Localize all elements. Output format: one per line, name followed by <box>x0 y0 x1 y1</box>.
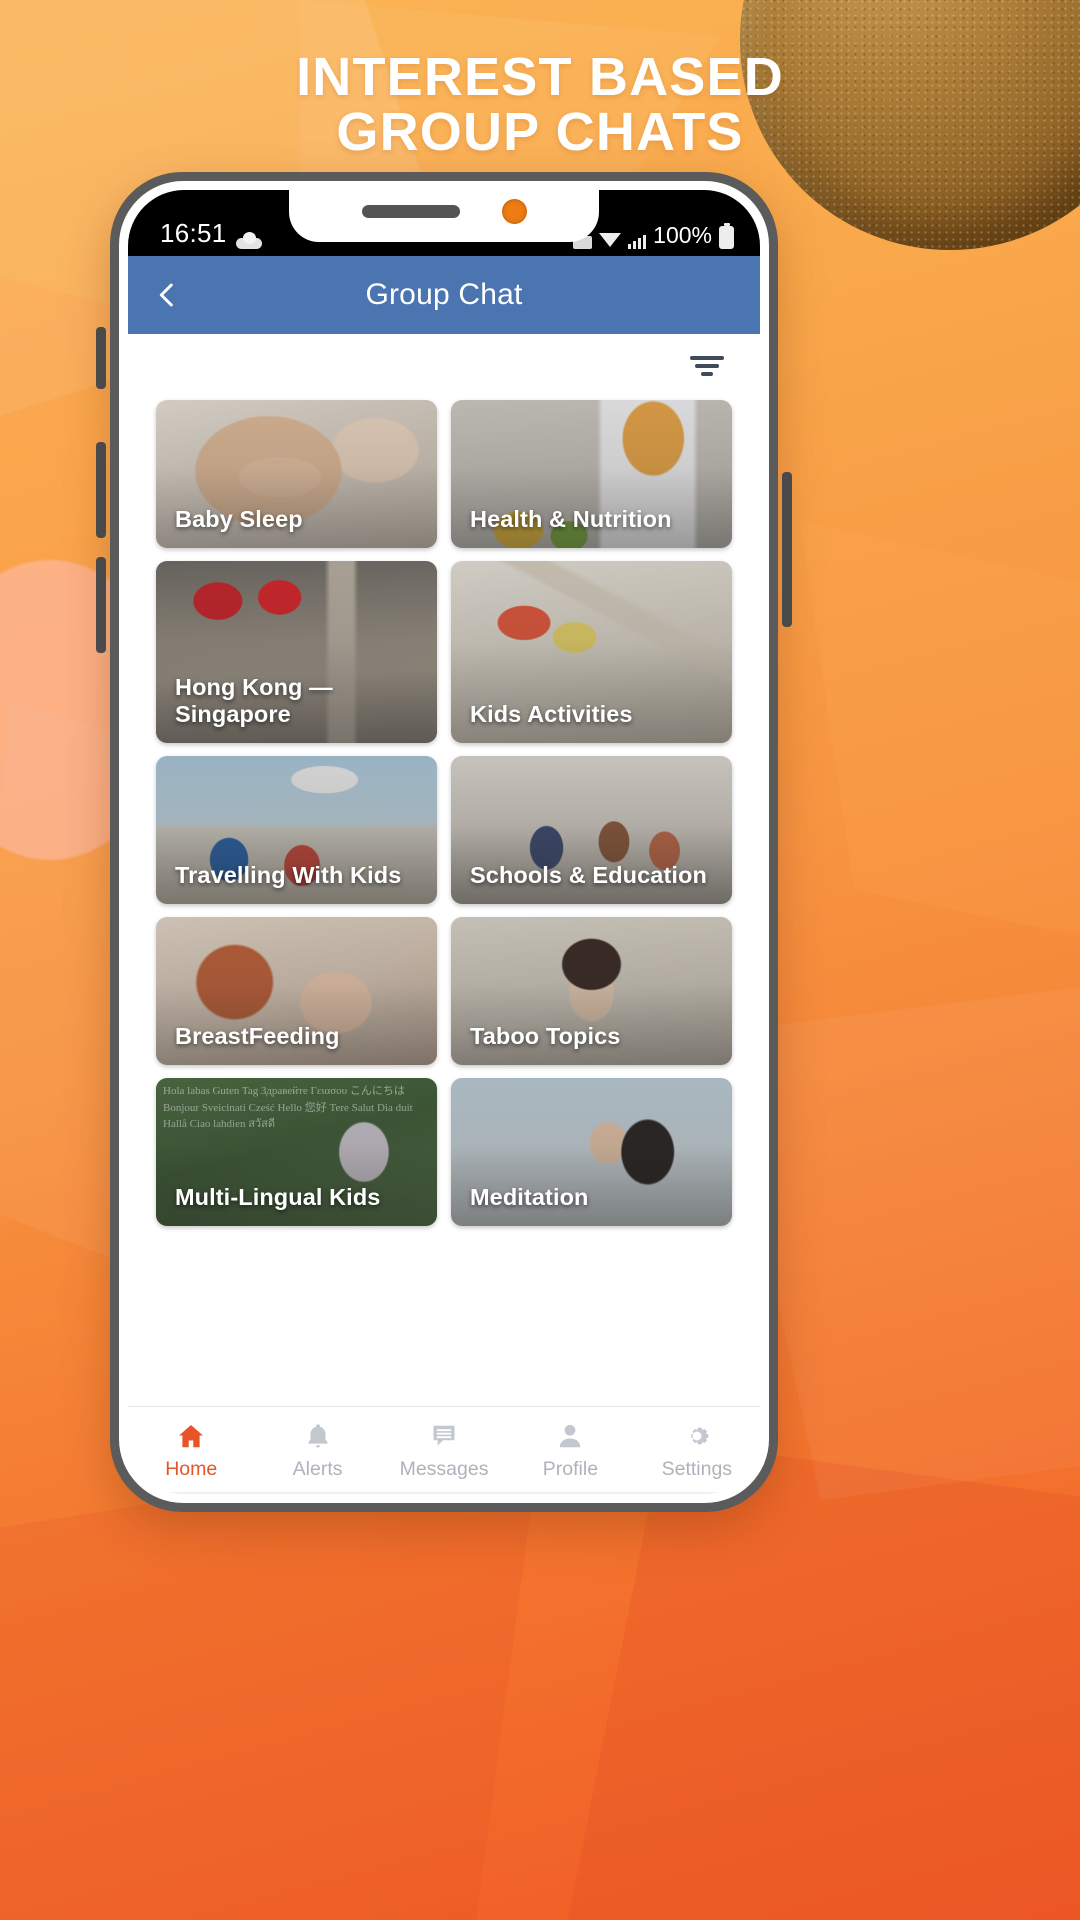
group-card-label: BreastFeeding <box>175 1023 340 1050</box>
bottom-tab-bar: Home Alerts Messages Profile Settings <box>128 1406 760 1492</box>
group-card[interactable]: Health & Nutrition <box>451 400 732 548</box>
group-grid: Baby Sleep Health & Nutrition Hong Kong — … <box>128 398 760 1406</box>
group-card[interactable]: Travelling With Kids <box>156 756 437 904</box>
tab-messages[interactable]: Messages <box>381 1419 507 1481</box>
group-card[interactable]: Baby Sleep <box>156 400 437 548</box>
group-card[interactable]: Kids Activities <box>451 561 732 743</box>
status-time: 16:51 <box>160 218 227 248</box>
android-nav-bar <box>128 1492 760 1494</box>
chevron-left-icon[interactable] <box>150 278 184 312</box>
home-icon <box>176 1419 206 1453</box>
phone-screen: 16:51 100% Group Chat Baby Sleep Health … <box>128 190 760 1494</box>
group-card-label: Hong Kong — Singapore <box>175 673 333 728</box>
bg-facet <box>800 520 1080 940</box>
group-card-label: Schools & Education <box>470 862 707 889</box>
person-icon <box>555 1419 585 1453</box>
group-card-label: Multi-Lingual Kids <box>175 1184 381 1211</box>
group-card-label: Baby Sleep <box>175 506 303 533</box>
cloud-icon <box>235 232 262 249</box>
status-bar-right: 100% <box>572 222 734 249</box>
group-card-label: Taboo Topics <box>470 1023 621 1050</box>
group-card-label: Travelling With Kids <box>175 862 402 889</box>
group-card[interactable]: Schools & Education <box>451 756 732 904</box>
phone-body: 16:51 100% Group Chat Baby Sleep Health … <box>119 181 769 1503</box>
power-button[interactable] <box>782 472 792 627</box>
speaker-grille-icon <box>361 204 460 218</box>
header-title: Group Chat <box>365 278 523 311</box>
toolbar <box>128 334 760 398</box>
group-card[interactable]: Hola labas Guten Tag Здравейте Γειασου こ… <box>156 1078 437 1226</box>
page-title: INTEREST BASED GROUP CHATS <box>0 47 1080 163</box>
tab-label: Alerts <box>292 1457 343 1480</box>
tab-home[interactable]: Home <box>128 1419 254 1481</box>
signal-icon <box>627 235 647 249</box>
filter-icon[interactable] <box>684 350 730 381</box>
group-card[interactable]: Hong Kong — Singapore <box>156 561 437 743</box>
status-bar-left: 16:51 <box>160 218 262 249</box>
group-card[interactable]: BreastFeeding <box>156 917 437 1065</box>
tab-label: Settings <box>661 1457 733 1480</box>
phone-notch <box>289 190 599 242</box>
battery-icon <box>719 223 734 249</box>
wifi-icon <box>598 233 621 247</box>
bell-icon <box>303 1419 333 1453</box>
bg-facet <box>0 1440 540 1920</box>
bg-facet <box>560 1440 1080 1920</box>
headline-line-1: INTEREST BASED <box>296 47 784 107</box>
group-card[interactable]: Meditation <box>451 1078 732 1226</box>
tab-alerts[interactable]: Alerts <box>254 1419 380 1481</box>
group-card-label: Health & Nutrition <box>470 506 672 533</box>
group-card-label: Meditation <box>470 1184 589 1211</box>
front-camera-icon <box>501 198 527 224</box>
phone-mockup: 16:51 100% Group Chat Baby Sleep Health … <box>96 172 792 1512</box>
battery-percent: 100% <box>653 222 712 248</box>
gear-icon <box>682 1419 712 1453</box>
promo-graphic: INTEREST BASED GROUP CHATS 16:51 100% Gr… <box>0 0 1080 1920</box>
volume-up-button[interactable] <box>96 442 106 538</box>
mute-button[interactable] <box>96 327 106 389</box>
message-icon <box>429 1419 459 1453</box>
status-bar: 16:51 100% <box>128 190 760 256</box>
group-card-label: Kids Activities <box>470 701 633 728</box>
headline-line-2: GROUP CHATS <box>336 102 744 163</box>
tab-label: Profile <box>542 1457 599 1480</box>
tab-settings[interactable]: Settings <box>634 1419 760 1481</box>
tab-label: Messages <box>399 1457 489 1480</box>
tab-profile[interactable]: Profile <box>507 1419 633 1481</box>
tab-label: Home <box>165 1457 218 1480</box>
group-card[interactable]: Taboo Topics <box>451 917 732 1065</box>
app-header: Group Chat <box>128 256 760 334</box>
volume-down-button[interactable] <box>96 557 106 653</box>
